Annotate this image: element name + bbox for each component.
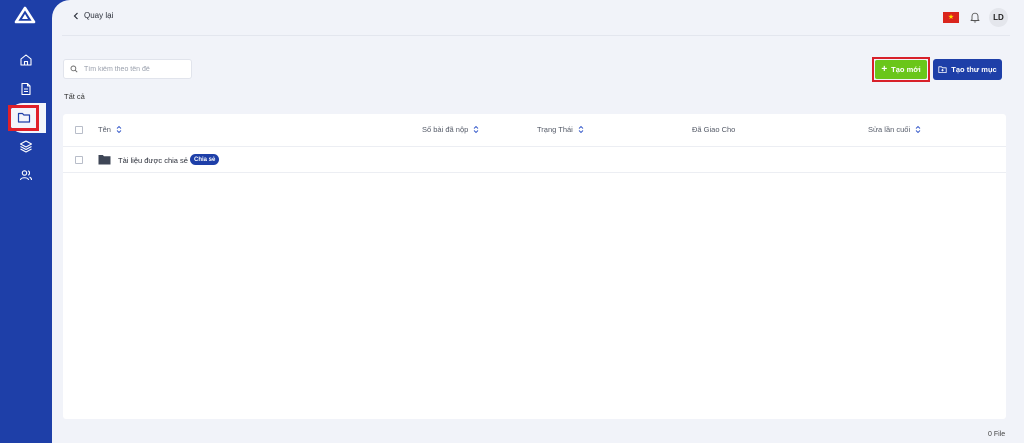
column-header-name[interactable]: Tên [98,125,122,134]
column-header-status[interactable]: Trạng Thái [537,125,584,134]
sidebar-item-folders[interactable] [0,101,52,133]
language-flag-icon[interactable]: ★ [943,12,959,23]
table-row[interactable]: Tài liệu được chia sẻ Chia sẻ [63,147,1006,173]
column-label: Trạng Thái [537,125,573,134]
sidebar-item-users[interactable] [12,161,40,189]
column-label: Đã Giao Cho [692,125,736,134]
folder-name[interactable]: Tài liệu được chia sẻ [118,156,188,165]
sort-icon [578,125,584,134]
column-header-assigned: Đã Giao Cho [692,125,735,134]
create-folder-button[interactable]: Tạo thư mục [933,59,1002,80]
main-content: Quay lại ★ LD + Tạo mới Tạo thư mục Tất … [52,0,1024,443]
column-header-submissions[interactable]: Số bài đã nộp [422,125,479,134]
avatar[interactable]: LD [989,8,1008,27]
sort-icon [915,125,921,134]
folder-icon [17,112,31,123]
folder-plus-icon [938,66,947,73]
folder-icon [98,155,111,165]
sidebar-item-home[interactable] [12,46,40,74]
top-bar: Quay lại ★ LD [62,0,1010,36]
create-new-button[interactable]: + Tạo mới [875,60,927,79]
column-header-modified[interactable]: Sửa lần cuối [868,125,921,134]
document-icon [21,82,31,96]
file-count: 0 File [988,431,1006,438]
sort-icon [116,125,122,134]
filter-all-tab[interactable]: Tất cả [64,92,85,101]
sidebar-item-documents[interactable] [12,75,40,103]
bell-icon[interactable] [969,11,981,23]
search-box[interactable] [63,59,192,79]
column-label: Số bài đã nộp [422,125,469,134]
table-header: Tên Số bài đã nộp Trạng Thái Đã Giao Cho… [63,114,1006,147]
shared-badge: Chia sẻ [190,154,220,165]
sidebar [0,0,52,443]
back-button[interactable]: Quay lại [72,11,113,20]
search-input[interactable] [84,65,184,73]
sort-icon [473,125,479,134]
create-folder-label: Tạo thư mục [951,65,997,74]
back-label: Quay lại [84,11,114,20]
column-label: Tên [98,125,111,134]
sidebar-item-layers[interactable] [12,132,40,160]
file-table: Tên Số bài đã nộp Trạng Thái Đã Giao Cho… [63,114,1006,419]
row-checkbox[interactable] [75,156,83,164]
column-label: Sửa lần cuối [868,125,911,134]
plus-icon: + [881,63,888,75]
users-icon [19,170,33,181]
search-icon [70,65,78,73]
home-icon [20,54,32,66]
logo-icon[interactable] [14,6,36,24]
select-all-checkbox[interactable] [75,126,83,134]
create-new-label: Tạo mới [891,65,921,74]
layers-icon [19,140,33,153]
highlight-box-new: + Tạo mới [872,57,930,82]
chevron-left-icon [73,12,78,19]
